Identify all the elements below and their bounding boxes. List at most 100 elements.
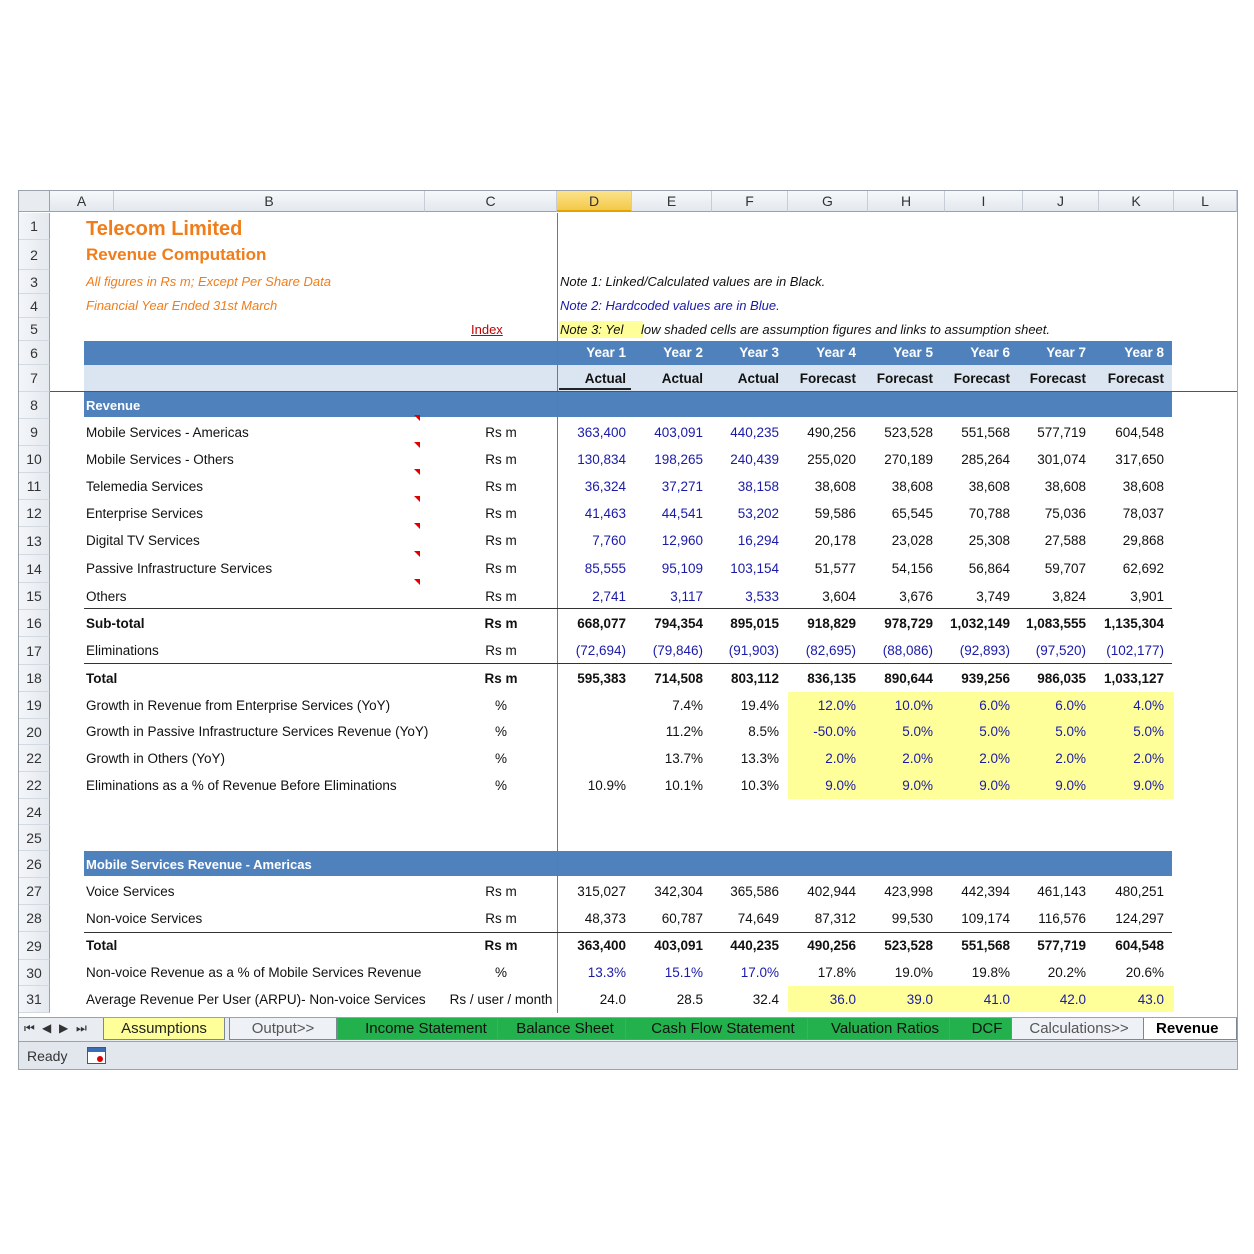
column-header-k[interactable]: K [1099,191,1174,212]
column-header-c[interactable]: C [425,191,557,212]
sheet-tab-balance-sheet[interactable]: Balance Sheet [497,1018,633,1040]
value-cell[interactable]: (102,177) [1074,642,1164,660]
column-header-l[interactable]: L [1174,191,1237,212]
row-header[interactable]: 2 [19,240,50,270]
period-header: Actual [737,370,779,386]
next-sheet-icon[interactable]: ▶ [59,1021,68,1035]
value-cell[interactable]: 9.0% [996,777,1086,795]
value-cell[interactable]: 75,036 [996,505,1086,523]
row-header[interactable]: 16 [19,610,50,637]
row-header[interactable]: 4 [19,294,50,318]
sheet-tab-output[interactable]: Output>> [229,1018,337,1040]
row-header[interactable]: 6 [19,341,50,365]
value-cell[interactable]: 2.0% [1074,750,1164,768]
value-cell[interactable]: 3,901 [1074,588,1164,606]
column-header-b[interactable]: B [114,191,425,212]
sheet-tab-assumptions[interactable]: Assumptions [103,1018,225,1040]
row-header[interactable]: 22 [19,745,50,772]
value-cell[interactable]: 27,588 [996,532,1086,550]
value-cell[interactable]: 2.0% [996,750,1086,768]
sheet-subtitle: Revenue Computation [86,245,267,264]
value-cell[interactable]: 43.0 [1074,991,1164,1009]
value-cell[interactable]: 604,548 [1074,424,1164,442]
row-header[interactable]: 28 [19,905,50,932]
row-header[interactable]: 1 [19,213,50,240]
section-title-revenue: Revenue [86,397,141,413]
column-header-g[interactable]: G [788,191,868,212]
index-link[interactable]: Index [471,321,503,339]
value-cell[interactable]: 986,035 [996,670,1086,688]
value-cell[interactable]: 20.2% [996,964,1086,982]
value-cell[interactable]: 480,251 [1074,883,1164,901]
row-header[interactable]: 11 [19,473,50,500]
value-cell[interactable]: 577,719 [996,424,1086,442]
row-header[interactable]: 29 [19,932,50,960]
row-header[interactable]: 9 [19,419,50,446]
prev-sheet-icon[interactable]: ◀ [42,1021,51,1035]
row-header[interactable]: 17 [19,637,50,665]
sheet-tab-cash-flow-statement[interactable]: Cash Flow Statement [625,1018,821,1040]
row-header[interactable]: 13 [19,527,50,555]
column-header-a[interactable]: A [50,191,114,212]
row-header[interactable]: 10 [19,446,50,473]
row-header[interactable]: 31 [19,986,50,1013]
value-cell[interactable]: 1,033,127 [1074,670,1164,688]
value-cell[interactable]: 604,548 [1074,937,1164,955]
value-cell[interactable]: 1,135,304 [1074,615,1164,633]
row-header[interactable]: 12 [19,500,50,527]
row-header[interactable]: 3 [19,270,50,294]
row-header[interactable]: 30 [19,960,50,986]
column-header-f[interactable]: F [712,191,788,212]
value-cell[interactable]: 461,143 [996,883,1086,901]
value-cell[interactable]: 301,074 [996,451,1086,469]
value-cell[interactable]: 6.0% [996,697,1086,715]
sheet-tab-valuation-ratios[interactable]: Valuation Ratios [807,1018,963,1040]
value-cell[interactable]: 577,719 [996,937,1086,955]
value-cell[interactable]: 38,608 [996,478,1086,496]
column-header-e[interactable]: E [632,191,712,212]
value-cell[interactable]: 124,297 [1074,910,1164,928]
row-header[interactable]: 27 [19,878,50,905]
value-cell[interactable]: 38,608 [1074,478,1164,496]
value-cell[interactable]: 317,650 [1074,451,1164,469]
value-cell[interactable]: 4.0% [1074,697,1164,715]
row-header[interactable]: 5 [19,318,50,341]
row-header[interactable]: 20 [19,719,50,745]
sheet-tab-revenue-co[interactable]: Revenue Co [1143,1018,1237,1040]
row-header[interactable]: 8 [19,392,50,419]
row-header[interactable]: 15 [19,583,50,610]
value-cell[interactable]: 5.0% [1074,723,1164,741]
value-cell[interactable]: 5.0% [996,723,1086,741]
first-sheet-icon[interactable]: ⏮ [24,1021,35,1036]
value-cell[interactable]: 1,083,555 [996,615,1086,633]
value-cell[interactable]: 9.0% [1074,777,1164,795]
last-sheet-icon[interactable]: ⏭ [76,1021,87,1036]
value-cell[interactable]: 29,868 [1074,532,1164,550]
spreadsheet[interactable]: ABCDEFGHIJKL 1 2 3 4 5 6 7 8 9 10 11 12 13 14 15 16 17 18… [18,190,1238,1070]
row-header[interactable]: 19 [19,692,50,719]
value-cell[interactable]: 62,692 [1074,560,1164,578]
value-cell[interactable]: (97,520) [996,642,1086,660]
value-cell[interactable]: 42.0 [996,991,1086,1009]
sheet-tab-income-statement[interactable]: Income Statement [337,1018,515,1040]
value-cell[interactable]: 3,824 [996,588,1086,606]
period-header: Forecast [1107,370,1164,386]
value-cell[interactable]: 59,707 [996,560,1086,578]
column-header-d[interactable]: D [557,191,632,212]
row-header[interactable]: 18 [19,665,50,692]
row-header[interactable]: 14 [19,555,50,583]
macro-record-icon[interactable] [87,1047,106,1064]
row-header[interactable]: 7 [19,365,50,392]
row-header[interactable]: 24 [19,799,50,825]
row-header[interactable]: 25 [19,825,50,851]
column-header-j[interactable]: J [1023,191,1099,212]
value-cell[interactable]: 116,576 [996,910,1086,928]
column-header-i[interactable]: I [945,191,1023,212]
column-header-h[interactable]: H [868,191,945,212]
value-cell[interactable]: 20.6% [1074,964,1164,982]
sheet-tab-calculations[interactable]: Calculations>> [1011,1018,1147,1040]
row-header[interactable]: 22 [19,772,50,799]
select-all-corner[interactable] [19,191,50,212]
value-cell[interactable]: 78,037 [1074,505,1164,523]
row-header[interactable]: 26 [19,851,50,878]
